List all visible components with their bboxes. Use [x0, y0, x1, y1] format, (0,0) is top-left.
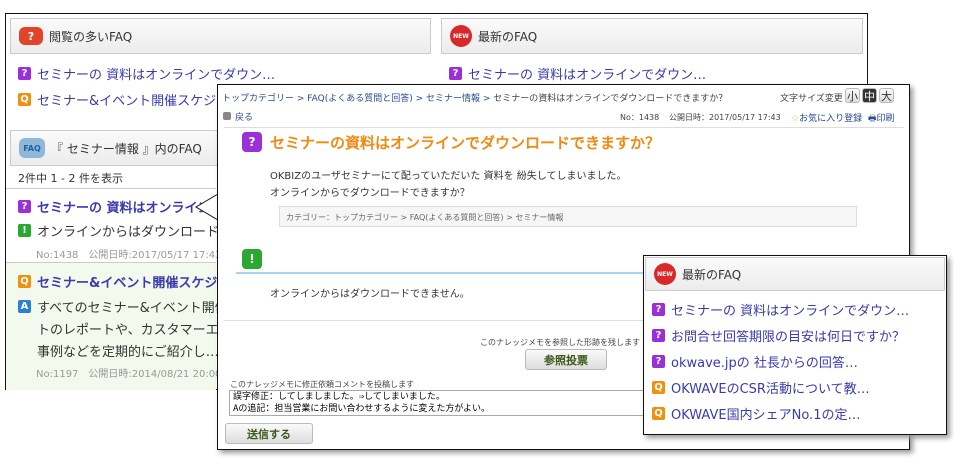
category-path: カテゴリー：トップカテゴリー > FAQ(よくある質問と回答) > セミナー情報 — [279, 206, 857, 227]
vote-note: このナレッジメモを参照した形跡を残します — [480, 338, 640, 347]
back-link[interactable]: 戻る — [223, 110, 253, 123]
lightbulb-question-icon: ? — [242, 132, 262, 152]
printer-icon: 🖶 — [868, 114, 877, 124]
newest-faq-title: 最新のFAQ — [478, 29, 538, 44]
question-icon: ? — [652, 303, 665, 316]
faq-bubble-icon: FAQ — [19, 138, 45, 158]
answer-text: 事例などを定期的にご紹介し… — [37, 345, 217, 360]
faq-item-meta: No:1438 公開日時:2017/05/17 17:43 — [36, 250, 222, 261]
answer-divider — [236, 272, 646, 274]
q-icon: Q — [18, 275, 31, 288]
new-badge-icon: NEW — [654, 263, 676, 285]
link-text: セミナーの 資料はオンラインでダウン… — [468, 68, 707, 83]
newest-popup-title: 最新のFAQ — [682, 267, 742, 282]
divider — [6, 188, 216, 189]
faq-item-question[interactable]: ? セミナーの 資料はオンライン — [18, 197, 218, 216]
link-text: セミナーの 資料はオンラインでダウン… — [671, 304, 910, 319]
popular-faq-title: 閲覧の多いFAQ — [49, 29, 133, 44]
question-icon: ? — [652, 355, 665, 368]
exclamation-icon: ! — [18, 224, 31, 237]
breadcrumb-link[interactable]: トップカテゴリー — [222, 94, 294, 104]
newest-faq-header: NEW 最新のFAQ — [441, 18, 863, 54]
link-text: セミナーの 資料はオンライン — [37, 201, 211, 216]
send-button[interactable]: 送信する — [225, 423, 313, 444]
q-icon: Q — [652, 381, 665, 394]
faq-item-answer: A すべてのセミナー&イベント開催 — [18, 297, 218, 316]
new-badge-icon: NEW — [450, 25, 472, 47]
favorite-label: お気に入り登録 — [799, 114, 863, 124]
faq-item-answer: ! オンラインからはダウンロード — [18, 221, 218, 240]
link-text: セミナー&イベント開催スケジュ — [37, 94, 218, 109]
link-text: okwave.jpの 社長からの回答… — [671, 356, 858, 371]
popular-faq-header: ? 閲覧の多いFAQ — [10, 18, 431, 54]
answer-text: すべてのセミナー&イベント開催 — [37, 301, 218, 316]
question-icon: ? — [18, 200, 31, 213]
question-icon: ? — [449, 67, 462, 80]
comment-textarea[interactable]: 誤字修正：してしましました。⇒してしまいました。 Aの追記：担当営業にお問い合わ… — [229, 390, 649, 416]
breadcrumb-link[interactable]: FAQ(よくある質問と回答) — [307, 94, 412, 104]
vote-button[interactable]: 参照投票 — [525, 349, 607, 370]
font-size-small[interactable]: 小 — [845, 88, 860, 103]
question-text: OKBIZのユーザセミナーにて配っていただいた 資料を 紛失してしまいました。 — [270, 171, 627, 182]
category-faq-title: 『 セミナー情報 』内のFAQ — [51, 141, 202, 156]
newest-popup-item[interactable]: Q OKWAVE国内シェアNo.1の定… — [652, 404, 942, 423]
star-icon: ☆ — [791, 114, 800, 124]
faq-number: No：1438 — [620, 113, 660, 122]
newest-popup-header: NEW 最新のFAQ — [645, 257, 945, 291]
font-size-label: 文字サイズ変更 — [780, 94, 843, 104]
comment-label: このナレッジメモに修正依頼コメントを投稿します — [230, 380, 414, 389]
q-icon: Q — [652, 407, 665, 420]
back-arrow-icon — [223, 112, 231, 120]
link-text: お問合せ回答期限の目安は何日ですか？ — [671, 330, 906, 345]
link-text: セミナーの 資料はオンラインでダウン… — [37, 68, 276, 83]
question-icon: ? — [652, 329, 665, 342]
q-icon: Q — [18, 93, 31, 106]
breadcrumb-link[interactable]: セミナー情報 — [426, 94, 480, 104]
link-text: OKWAVE国内シェアNo.1の定… — [671, 408, 861, 423]
breadcrumb: トップカテゴリー > FAQ(よくある質問と回答) > セミナー情報 > セミナ… — [222, 94, 728, 104]
answer-text: オンラインからはダウンロード — [37, 225, 218, 240]
newest-popup-item[interactable]: ? お問合せ回答期限の目安は何日ですか？ — [652, 326, 942, 345]
callout-pointer — [195, 193, 219, 221]
answer-text: トのレポートや、カスタマーエク — [37, 323, 217, 338]
newest-item[interactable]: ? セミナーの 資料はオンラインでダウン… — [449, 64, 849, 83]
newest-popup-item[interactable]: ? セミナーの 資料はオンラインでダウン… — [652, 300, 942, 319]
font-size-controls: 小 中 大 — [845, 88, 894, 103]
faq-item-meta: No:1197 公開日時:2014/08/21 20:00 — [36, 369, 222, 380]
newest-faq-popup: NEW 最新のFAQ ? セミナーの 資料はオンラインでダウン… ? お問合せ回答期… — [643, 255, 947, 435]
link-text: OKWAVEのCSR活動について教… — [671, 382, 870, 397]
publish-date: 公開日時：2017/05/17 17:43 — [669, 113, 781, 122]
divider — [224, 320, 644, 321]
speech-bubble-icon: ? — [19, 27, 43, 45]
popular-item[interactable]: ? セミナーの 資料はオンラインでダウン… — [18, 64, 418, 83]
font-size-large[interactable]: 大 — [879, 88, 894, 103]
faq-item-question[interactable]: Q セミナー&イベント開催スケジ — [18, 272, 218, 291]
back-label: 戻る — [235, 113, 254, 123]
newest-popup-item[interactable]: Q OKWAVEのCSR活動について教… — [652, 378, 942, 397]
popular-item[interactable]: Q セミナー&イベント開催スケジュ — [18, 90, 218, 109]
newest-popup-item[interactable]: ? okwave.jpの 社長からの回答… — [652, 352, 942, 371]
breadcrumb-current: セミナーの資料はオンラインでダウンロードできますか？ — [493, 94, 728, 104]
result-count: 2件中 1 - 2 件を表示 — [18, 172, 123, 185]
divider — [224, 127, 904, 128]
answer-text: オンラインからはダウンロードできません。 — [270, 289, 470, 300]
print-label: 印刷 — [876, 114, 895, 124]
print-link[interactable]: 🖶印刷 — [868, 111, 895, 127]
a-icon: A — [18, 300, 31, 313]
link-text: セミナー&イベント開催スケジ — [37, 276, 218, 291]
question-icon: ? — [18, 67, 31, 80]
font-size-medium[interactable]: 中 — [862, 88, 877, 103]
favorite-link[interactable]: ☆お気に入り登録 — [791, 111, 862, 124]
faq-title: セミナーの資料はオンラインでダウンロードできますか？ — [270, 134, 661, 152]
lightbulb-answer-icon: ! — [242, 249, 262, 269]
question-text: オンラインからでダウンロードできますか？ — [270, 188, 470, 199]
